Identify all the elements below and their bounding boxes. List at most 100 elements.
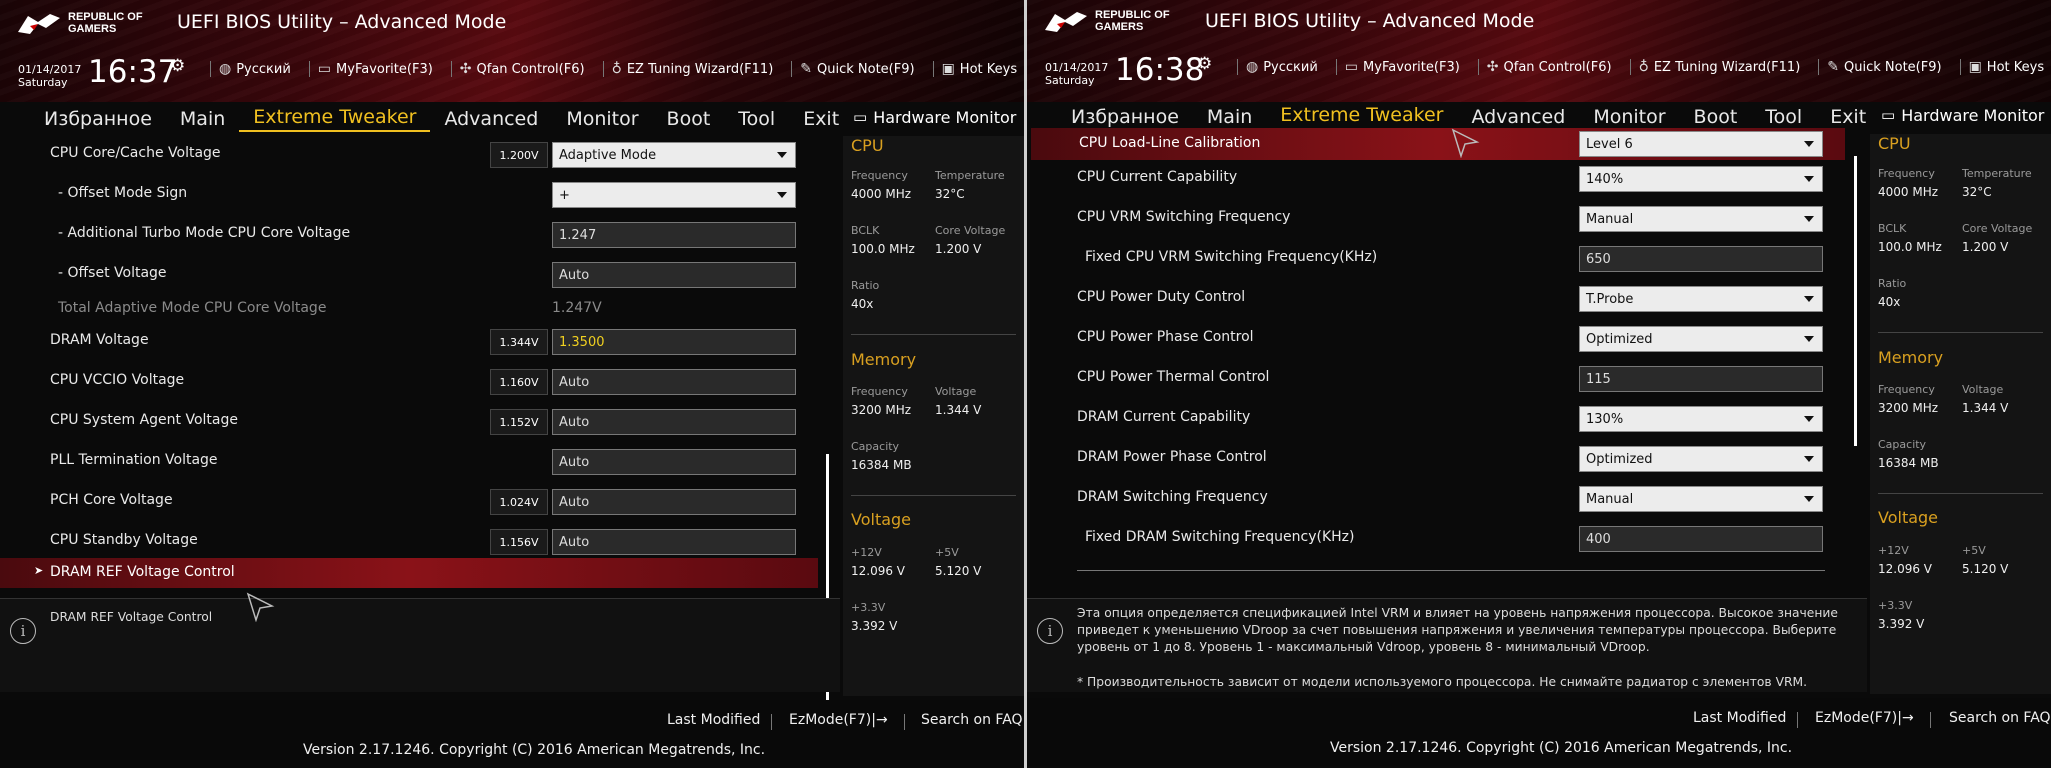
value-field[interactable]: 650	[1579, 246, 1823, 272]
setting-cpu-power-thermal-control[interactable]: CPU Power Thermal Control 115	[1027, 360, 1847, 398]
setting-fixed-dram-switching-frequency[interactable]: Fixed DRAM Switching Frequency(KHz) 400	[1027, 520, 1847, 558]
setting-cpu-power-phase-control[interactable]: CPU Power Phase Control Optimized	[1027, 320, 1847, 358]
submenu-dram-ref-voltage-control[interactable]: ➤ DRAM REF Voltage Control	[0, 558, 818, 588]
hot-keys-button[interactable]: ▣ Hot Keys	[942, 61, 1018, 77]
menu-main[interactable]: Main	[1193, 106, 1266, 128]
search-faq-button[interactable]: Search on FAQ	[1949, 710, 2051, 726]
menu-exit[interactable]: Exit	[1816, 106, 1880, 128]
quick-note-button[interactable]: ✎ Quick Note(F9)	[800, 61, 914, 77]
menu-boot[interactable]: Boot	[653, 108, 725, 130]
value-field[interactable]: Auto	[552, 262, 796, 288]
menu-favorites[interactable]: Избранное	[30, 108, 166, 130]
gear-icon[interactable]: ⚙	[1197, 54, 1212, 74]
menu-advanced[interactable]: Advanced	[430, 108, 552, 130]
qfan-button[interactable]: ✣ Qfan Control(F6)	[460, 61, 585, 77]
menu-tool[interactable]: Tool	[724, 108, 789, 130]
globe-icon: ◍	[1246, 59, 1259, 75]
menu-extreme-tweaker[interactable]: Extreme Tweaker	[239, 106, 431, 132]
menu-exit[interactable]: Exit	[789, 108, 853, 130]
value-field[interactable]: Auto	[552, 369, 796, 395]
current-value: 1.200V	[490, 142, 548, 168]
menu-monitor[interactable]: Monitor	[1579, 106, 1679, 128]
menu-extreme-tweaker[interactable]: Extreme Tweaker	[1266, 104, 1458, 130]
setting-dram-switching-frequency[interactable]: DRAM Switching Frequency Manual	[1027, 480, 1847, 518]
ezmode-button[interactable]: EzMode(F7)|→	[789, 712, 888, 728]
capacity-value: 16384 MB	[1878, 456, 1939, 470]
menu-main[interactable]: Main	[166, 108, 239, 130]
language-button[interactable]: ◍ Русский	[219, 61, 291, 77]
scrollbar[interactable]	[1854, 156, 1857, 446]
quick-note-button[interactable]: ✎ Quick Note(F9)	[1827, 59, 1941, 75]
memory-voltage-value: 1.344 V	[1962, 401, 2009, 415]
ratio-value: 40x	[1878, 295, 1901, 309]
setting-dram-current-capability[interactable]: DRAM Current Capability 130%	[1027, 400, 1847, 438]
dropdown[interactable]: 140%	[1579, 166, 1823, 192]
dropdown[interactable]: Manual	[1579, 486, 1823, 512]
myfavorite-button[interactable]: ▭ MyFavorite(F3)	[1345, 59, 1460, 75]
setting-offset-voltage[interactable]: - Offset Voltage Auto	[0, 256, 820, 294]
brand-line1: REPUBLIC OF	[68, 11, 143, 23]
setting-pll-termination-voltage[interactable]: PLL Termination Voltage Auto	[0, 443, 820, 481]
dropdown[interactable]: Optimized	[1579, 326, 1823, 352]
dropdown[interactable]: Adaptive Mode	[552, 142, 796, 168]
setting-dram-power-phase-control[interactable]: DRAM Power Phase Control Optimized	[1027, 440, 1847, 478]
setting-cpu-vrm-switching-frequency[interactable]: CPU VRM Switching Frequency Manual	[1027, 200, 1847, 238]
search-faq-button[interactable]: Search on FAQ	[921, 712, 1023, 728]
setting-cpu-vccio-voltage[interactable]: CPU VCCIO Voltage 1.160V Auto	[0, 363, 820, 401]
dropdown[interactable]: +	[552, 182, 796, 208]
setting-dram-voltage[interactable]: DRAM Voltage 1.344V 1.3500	[0, 323, 820, 361]
setting-fixed-cpu-vrm-frequency[interactable]: Fixed CPU VRM Switching Frequency(KHz) 65…	[1027, 240, 1847, 278]
dropdown[interactable]: Manual	[1579, 206, 1823, 232]
value-field[interactable]: 1.3500	[552, 329, 796, 355]
globe-icon: ◍	[219, 61, 232, 77]
section-divider	[851, 334, 1016, 335]
hot-keys-button[interactable]: ▣ Hot Keys	[1969, 59, 2045, 75]
value-field[interactable]: Auto	[552, 489, 796, 515]
section-divider	[851, 495, 1016, 496]
menu-monitor[interactable]: Monitor	[552, 108, 652, 130]
value-field[interactable]: 400	[1579, 526, 1823, 552]
menu-advanced[interactable]: Advanced	[1457, 106, 1579, 128]
setting-label: DRAM REF Voltage Control	[50, 564, 235, 580]
qfan-label: Qfan Control(F6)	[476, 61, 585, 77]
menu-tool[interactable]: Tool	[1751, 106, 1816, 128]
toolbar-separator	[1477, 59, 1479, 75]
setting-cpu-power-duty-control[interactable]: CPU Power Duty Control T.Probe	[1027, 280, 1847, 318]
dropdown[interactable]: Level 6	[1579, 131, 1823, 157]
value-field[interactable]: Auto	[552, 409, 796, 435]
setting-cpu-standby-voltage[interactable]: CPU Standby Voltage 1.156V Auto	[0, 523, 820, 561]
language-button[interactable]: ◍ Русский	[1246, 59, 1318, 75]
setting-additional-turbo-voltage[interactable]: - Additional Turbo Mode CPU Core Voltage…	[0, 216, 820, 254]
value-field[interactable]: 115	[1579, 366, 1823, 392]
menu-boot[interactable]: Boot	[1680, 106, 1752, 128]
myfavorite-button[interactable]: ▭ MyFavorite(F3)	[318, 61, 433, 77]
dropdown[interactable]: Optimized	[1579, 446, 1823, 472]
dropdown[interactable]: 130%	[1579, 406, 1823, 432]
setting-offset-mode-sign[interactable]: - Offset Mode Sign +	[0, 176, 820, 214]
value-field[interactable]: Auto	[552, 529, 796, 555]
last-modified-button[interactable]: Last Modified	[1693, 710, 1786, 726]
v33-label: +3.3V	[851, 601, 886, 614]
ez-tuning-button[interactable]: ♁ EZ Tuning Wizard(F11)	[1639, 59, 1801, 75]
setting-cpu-current-capability[interactable]: CPU Current Capability 140%	[1027, 160, 1847, 198]
chevron-down-icon	[1804, 456, 1814, 462]
quick-note-label: Quick Note(F9)	[1844, 59, 1942, 75]
setting-pch-core-voltage[interactable]: PCH Core Voltage 1.024V Auto	[0, 483, 820, 521]
qfan-button[interactable]: ✣ Qfan Control(F6)	[1487, 59, 1612, 75]
ez-tuning-button[interactable]: ♁ EZ Tuning Wizard(F11)	[612, 61, 774, 77]
bclk-value: 100.0 MHz	[851, 242, 915, 256]
setting-cpu-system-agent-voltage[interactable]: CPU System Agent Voltage 1.152V Auto	[0, 403, 820, 441]
value-field[interactable]: Auto	[552, 449, 796, 475]
ezmode-button[interactable]: EzMode(F7)|→	[1815, 710, 1914, 726]
bclk-label: BCLK	[851, 224, 880, 237]
value-field[interactable]: 1.247	[552, 222, 796, 248]
dropdown[interactable]: T.Probe	[1579, 286, 1823, 312]
chevron-down-icon	[1804, 336, 1814, 342]
v5-value: 5.120 V	[1962, 562, 2009, 576]
toolbar-separator	[1335, 59, 1337, 75]
menu-favorites[interactable]: Избранное	[1057, 106, 1193, 128]
footer-separator	[904, 714, 905, 730]
last-modified-button[interactable]: Last Modified	[667, 712, 760, 728]
gear-icon[interactable]: ⚙	[170, 56, 185, 76]
setting-cpu-core-cache-voltage[interactable]: CPU Core/Cache Voltage 1.200V Adaptive Mod…	[0, 136, 820, 174]
